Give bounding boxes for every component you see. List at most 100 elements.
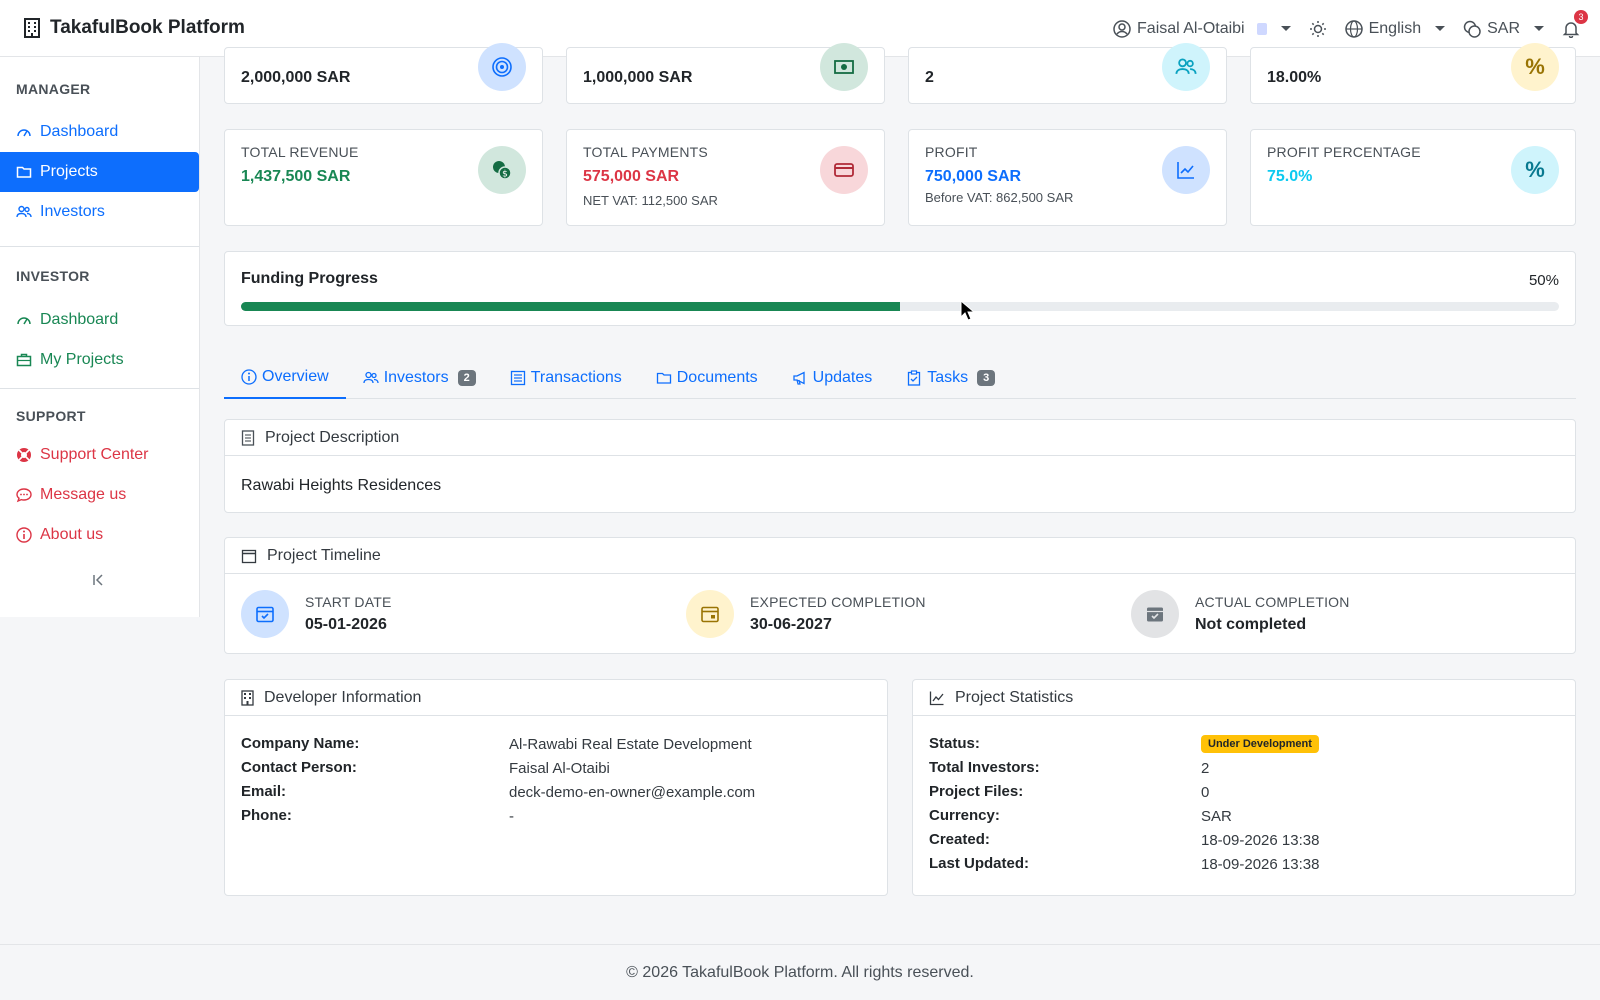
- info-icon: [16, 527, 32, 543]
- stat-value: 75.0%: [1267, 168, 1313, 185]
- stat-value: 1,437,500 SAR: [241, 168, 351, 185]
- brand[interactable]: TakafulBook Platform: [24, 17, 245, 39]
- funding-progress-card: Funding Progress 50%: [224, 251, 1576, 326]
- sidebar-divider: [0, 388, 199, 389]
- timeline-label: ACTUAL COMPLETION: [1195, 594, 1350, 610]
- theme-toggle[interactable]: [1309, 20, 1327, 38]
- sidebar-item-label: About us: [40, 526, 104, 543]
- chart-line-icon: [929, 691, 944, 705]
- sidebar-item-label: Message us: [40, 486, 127, 503]
- stat-card-investors: 2: [908, 43, 1227, 104]
- chevron-down-icon: [1280, 26, 1291, 31]
- target-icon: [478, 43, 526, 91]
- svg-text:$: $: [502, 170, 508, 180]
- panel-header: Project Description: [225, 420, 1575, 456]
- footer: © 2026 TakafulBook Platform. All rights …: [0, 944, 1600, 1000]
- sidebar-item-projects[interactable]: Projects: [0, 152, 199, 192]
- info-row-company-name: Company Name: Al-Rawabi Real Estate Deve…: [241, 735, 871, 753]
- tab-transactions[interactable]: Transactions: [493, 357, 639, 399]
- developer-information-card: Developer Information Company Name: Al-R…: [224, 679, 888, 896]
- sidebar-item-support-center[interactable]: Support Center: [0, 435, 199, 475]
- stat-card-funded-amount: 1,000,000 SAR: [566, 43, 885, 104]
- mouse-cursor-icon: [960, 299, 976, 326]
- tab-count-badge: 2: [457, 370, 476, 386]
- stat-label: TOTAL REVENUE: [241, 144, 359, 160]
- project-statistics-card: Project Statistics Status: Under Develop…: [912, 679, 1576, 896]
- info-row-last-updated: Last Updated: 18-09-2026 13:38: [929, 855, 1559, 873]
- panel-title: Project Statistics: [955, 688, 1074, 706]
- tab-updates[interactable]: Updates: [775, 357, 890, 399]
- stat-value: 2,000,000 SAR: [241, 69, 351, 86]
- notification-count-badge: 3: [1574, 9, 1588, 24]
- info-value: 18-09-2026 13:38: [1201, 832, 1320, 849]
- timeline-value: Not completed: [1195, 616, 1307, 633]
- stat-label: PROFIT: [925, 144, 978, 160]
- calendar-event-icon: [686, 590, 734, 638]
- percent-icon: %: [1511, 43, 1559, 91]
- info-row-project-files: Project Files: 0: [929, 783, 1559, 801]
- info-key: Company Name:: [241, 735, 360, 752]
- info-row-currency: Currency: SAR: [929, 807, 1559, 825]
- list-icon: [510, 370, 525, 386]
- status-badge: Under Development: [1201, 735, 1319, 753]
- user-menu[interactable]: Faisal Al-Otaibi: [1113, 20, 1291, 38]
- briefcase-icon: [16, 353, 32, 367]
- sidebar-item-label: Dashboard: [40, 123, 119, 140]
- panel-title: Project Description: [265, 428, 400, 446]
- sidebar-collapse-button[interactable]: [92, 573, 106, 592]
- sidebar-item-manager-dashboard[interactable]: Dashboard: [0, 112, 199, 152]
- stat-value: 575,000 SAR: [583, 168, 680, 185]
- people-icon: [16, 205, 32, 218]
- info-value: 18-09-2026 13:38: [1201, 856, 1320, 873]
- timeline-value: 05-01-2026: [305, 616, 387, 633]
- language-menu[interactable]: English: [1344, 20, 1446, 38]
- footer-text: © 2026 TakafulBook Platform. All rights …: [626, 964, 974, 981]
- sidebar-item-label: Projects: [40, 163, 98, 180]
- sidebar-item-message-us[interactable]: Message us: [0, 475, 199, 515]
- sidebar-item-label: Dashboard: [40, 311, 119, 328]
- panel-title: Developer Information: [264, 688, 422, 706]
- tab-label: Transactions: [530, 369, 622, 386]
- info-key: Last Updated:: [929, 855, 1030, 872]
- user-circle-icon: [1113, 19, 1131, 38]
- info-key: Total Investors:: [929, 759, 1040, 776]
- lifebuoy-icon: [17, 448, 31, 462]
- stat-subtext: Before VAT: 862,500 SAR: [925, 190, 1074, 205]
- sidebar: MANAGER Dashboard Projects Investors INV…: [0, 57, 200, 617]
- sidebar-item-investor-dashboard[interactable]: Dashboard: [0, 300, 199, 340]
- stat-card-total-revenue: TOTAL REVENUE 1,437,500 SAR $: [224, 129, 543, 226]
- panel-header: Developer Information: [225, 680, 887, 716]
- building-icon: [24, 18, 40, 38]
- timeline-value: 30-06-2027: [750, 616, 832, 633]
- section-title-manager: MANAGER: [16, 81, 91, 97]
- info-value: SAR: [1201, 808, 1232, 825]
- tab-label: Investors: [383, 369, 449, 386]
- funding-progress-percent: 50%: [1528, 272, 1559, 289]
- tab-tasks[interactable]: Tasks 3: [889, 357, 1012, 399]
- tab-documents[interactable]: Documents: [639, 357, 775, 399]
- sidebar-item-investors[interactable]: Investors: [0, 192, 199, 232]
- tab-investors[interactable]: Investors 2: [346, 357, 493, 399]
- coins-icon: $: [478, 146, 526, 194]
- folder-icon: [656, 372, 671, 384]
- sidebar-item-my-projects[interactable]: My Projects: [0, 340, 199, 380]
- chevron-down-icon: [1534, 26, 1544, 31]
- currency-menu[interactable]: SAR: [1463, 20, 1544, 38]
- sidebar-item-about-us[interactable]: About us: [0, 515, 199, 555]
- people-icon: [1162, 43, 1210, 91]
- user-name: Faisal Al-Otaibi: [1137, 19, 1245, 37]
- clipboard-icon: [908, 370, 921, 386]
- notifications-button[interactable]: 3: [1562, 9, 1588, 38]
- section-title-investor: INVESTOR: [16, 268, 90, 284]
- calendar-check-icon: [1131, 590, 1179, 638]
- info-key: Project Files:: [929, 783, 1024, 800]
- info-icon: [241, 369, 257, 385]
- info-value: Faisal Al-Otaibi: [509, 760, 610, 777]
- tab-overview[interactable]: Overview: [224, 357, 346, 399]
- project-description-card: Project Description Rawabi Heights Resid…: [224, 419, 1576, 513]
- info-row-status: Status: Under Development: [929, 735, 1559, 753]
- coins-icon: [1463, 20, 1481, 38]
- info-row-email: Email: deck-demo-en-owner@example.com: [241, 783, 871, 801]
- percent-icon: %: [1511, 146, 1559, 194]
- stat-value: 1,000,000 SAR: [583, 69, 693, 86]
